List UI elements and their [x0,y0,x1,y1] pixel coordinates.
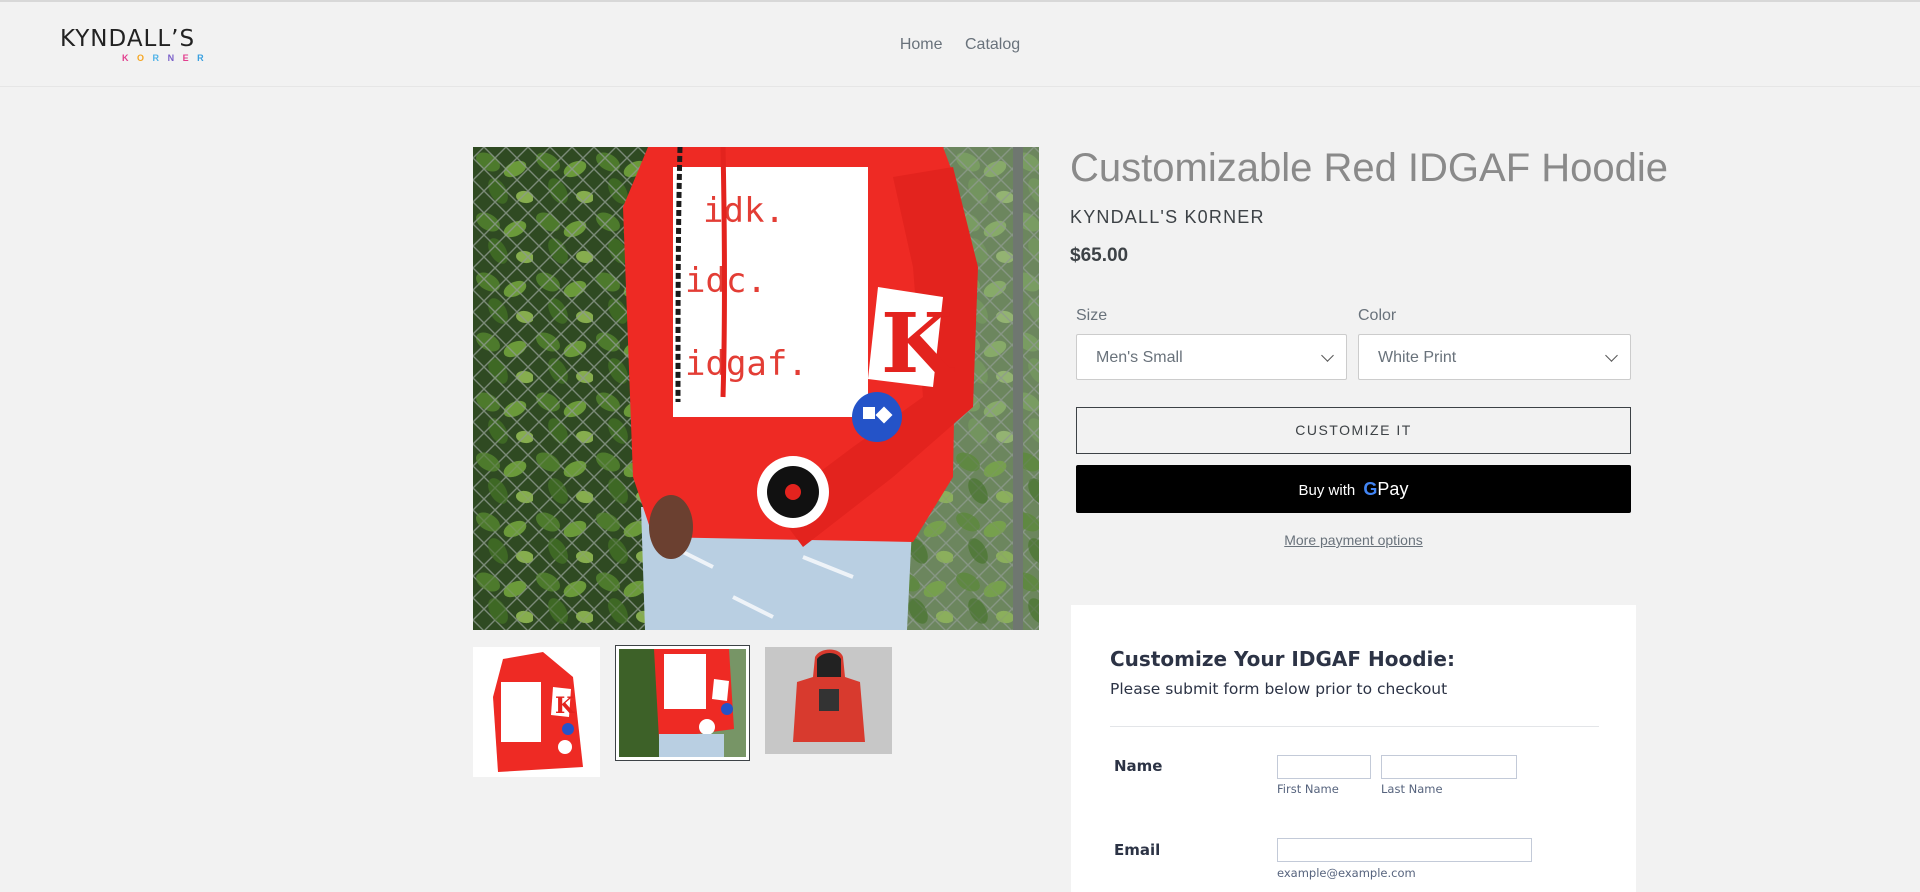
customize-button[interactable]: CUSTOMIZE IT [1076,407,1631,454]
form-title: Customize Your IDGAF Hoodie: [1110,647,1455,671]
product-price: $65.00 [1070,245,1129,266]
first-name-help: First Name [1277,782,1339,796]
color-select[interactable]: White Print [1358,334,1631,380]
product-main-image[interactable]: idk. idc. idgaf. K [473,147,1039,630]
logo-subtitle: K O R N E R [122,53,207,63]
last-name-help: Last Name [1381,782,1443,796]
chevron-down-icon [1605,349,1618,362]
email-help: example@example.com [1277,866,1416,880]
google-g-icon: G [1363,479,1378,499]
thumbnail-2-image [619,649,746,757]
site-header: KYNDALL’S K O R N E R Home Catalog [0,2,1920,87]
google-pay-button[interactable]: Buy with GPay [1076,465,1631,513]
size-label: Size [1076,307,1108,324]
thumbnail-3-image [765,647,892,754]
more-payment-options-link[interactable]: More payment options [1076,532,1631,548]
product-vendor: KYNDALL'S K0RNER [1070,207,1265,227]
nav-home[interactable]: Home [900,36,943,53]
main-nav: Home Catalog [0,36,1920,54]
size-select-value: Men's Small [1096,349,1183,366]
thumbnail-2-selected[interactable] [615,645,750,761]
svg-text:idk.: idk. [703,191,785,231]
form-subtitle: Please submit form below prior to checko… [1110,680,1448,698]
svg-text:K: K [881,296,955,392]
name-label: Name [1114,757,1163,775]
svg-text:idgaf.: idgaf. [685,344,808,384]
gpay-label: Pay [1377,479,1409,499]
customization-form: Customize Your IDGAF Hoodie: Please subm… [1071,605,1636,892]
color-label: Color [1358,307,1397,324]
email-label: Email [1114,841,1161,859]
svg-text:K: K [555,693,575,719]
last-name-input[interactable] [1381,755,1517,779]
chevron-down-icon [1321,349,1334,362]
first-name-input[interactable] [1277,755,1371,779]
thumbnail-3[interactable] [765,647,892,754]
color-select-value: White Print [1378,349,1457,366]
product-title: Customizable Red IDGAF Hoodie [1070,146,1669,190]
gpay-prefix: Buy with [1298,482,1356,499]
thumbnail-1[interactable]: K [473,647,600,777]
size-select[interactable]: Men's Small [1076,334,1347,380]
nav-catalog[interactable]: Catalog [965,36,1020,53]
hoodie-photo: idk. idc. idgaf. K [473,147,1039,630]
thumbnail-1-image: K [473,647,600,777]
form-divider [1110,726,1599,727]
email-input[interactable] [1277,838,1532,862]
